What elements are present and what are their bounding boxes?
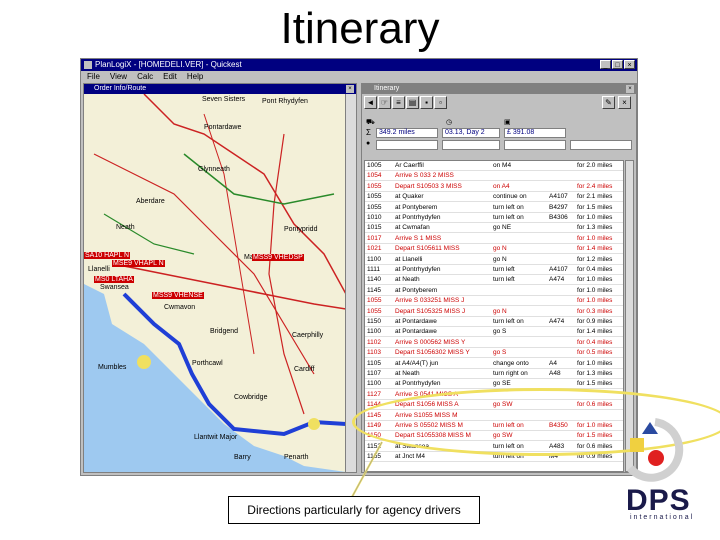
dps-logo-subtitle: international: [630, 514, 695, 521]
dps-logo-mark: [626, 418, 684, 482]
callout-caption: Directions particularly for agency drive…: [228, 496, 480, 524]
callout-pointer: [351, 441, 383, 498]
dps-logo-text: DPS: [626, 484, 691, 517]
